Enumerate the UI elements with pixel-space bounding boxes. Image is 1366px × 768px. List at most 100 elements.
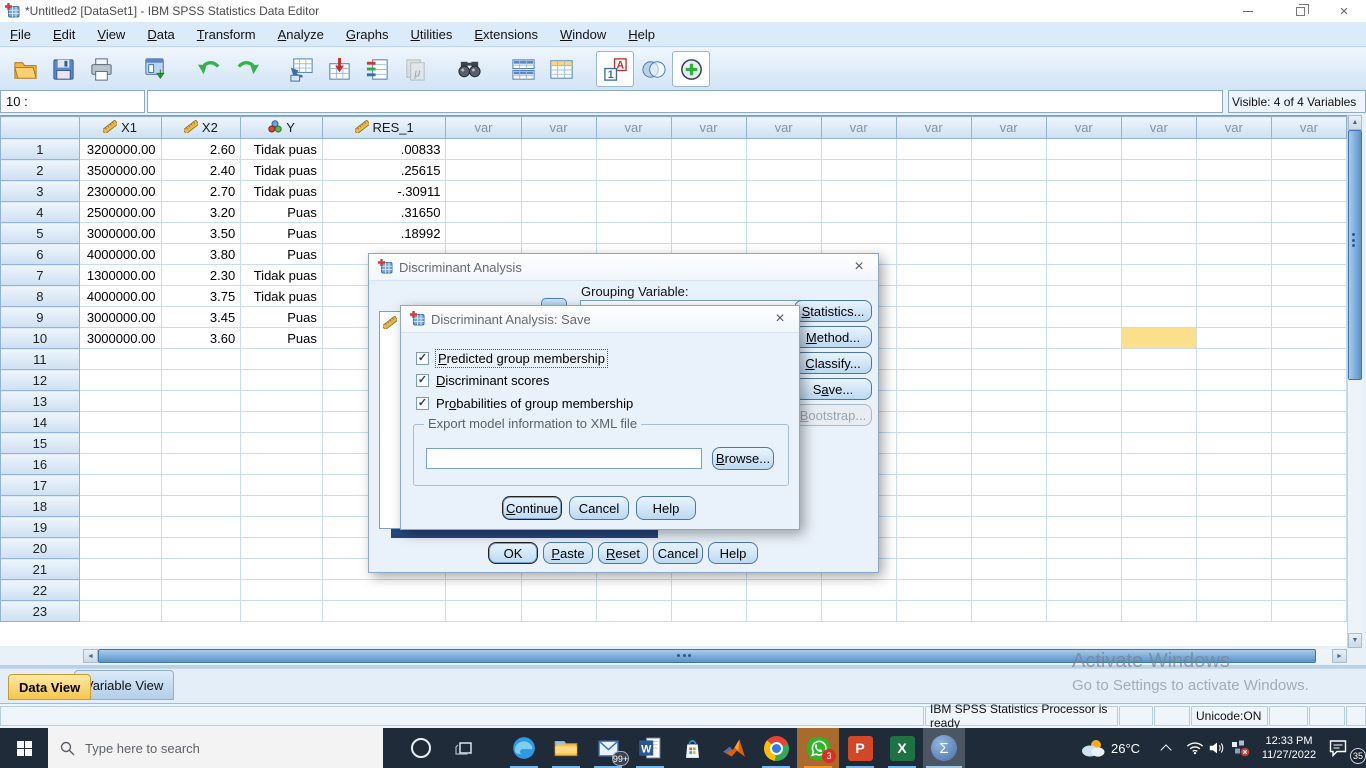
data-cell[interactable]: .18992: [321, 222, 447, 244]
data-cell[interactable]: Tidak puas: [240, 285, 323, 307]
empty-cell[interactable]: [820, 201, 897, 223]
goto-case-icon[interactable]: [282, 51, 320, 87]
data-cell[interactable]: [78, 432, 162, 454]
empty-cell[interactable]: [445, 159, 522, 181]
empty-cell[interactable]: [520, 222, 597, 244]
menu-extensions[interactable]: Extensions: [464, 24, 548, 45]
empty-cell[interactable]: [445, 579, 522, 601]
empty-cell[interactable]: [745, 600, 822, 622]
empty-cell[interactable]: [970, 600, 1047, 622]
method-button[interactable]: Method...: [794, 326, 872, 348]
empty-cell[interactable]: [1195, 453, 1272, 475]
goto-variable-icon[interactable]: [320, 51, 358, 87]
empty-cell[interactable]: [1270, 201, 1347, 223]
row-header[interactable]: 5: [0, 222, 80, 244]
column-header-x2[interactable]: X2: [160, 116, 242, 139]
data-cell[interactable]: 2300000.00: [78, 180, 162, 202]
value-labels-icon[interactable]: A1: [596, 51, 634, 87]
empty-cell[interactable]: [1045, 264, 1122, 286]
data-cell[interactable]: Tidak puas: [240, 159, 323, 181]
data-cell[interactable]: [160, 390, 242, 412]
empty-cell[interactable]: [1045, 369, 1122, 391]
data-cell[interactable]: [78, 411, 162, 433]
data-cell[interactable]: Puas: [240, 201, 323, 223]
empty-cell[interactable]: [1120, 264, 1197, 286]
column-header-var[interactable]: var: [1270, 116, 1347, 139]
data-cell[interactable]: [240, 390, 323, 412]
empty-cell[interactable]: [1270, 327, 1347, 349]
data-cell[interactable]: 2500000.00: [78, 201, 162, 223]
empty-cell[interactable]: [1045, 285, 1122, 307]
empty-cell[interactable]: [520, 201, 597, 223]
find-icon[interactable]: [450, 51, 488, 87]
empty-cell[interactable]: [745, 222, 822, 244]
statistics-button[interactable]: Statistics...: [794, 300, 872, 322]
empty-cell[interactable]: [895, 579, 972, 601]
empty-cell[interactable]: [520, 159, 597, 181]
empty-cell[interactable]: [445, 222, 522, 244]
data-cell[interactable]: [240, 474, 323, 496]
grid-corner-cell[interactable]: [0, 116, 80, 139]
empty-cell[interactable]: [1270, 558, 1347, 580]
empty-cell[interactable]: [1270, 474, 1347, 496]
empty-cell[interactable]: [1120, 201, 1197, 223]
open-data-icon[interactable]: [6, 51, 44, 87]
empty-cell[interactable]: [1195, 327, 1272, 349]
column-header-var[interactable]: var: [745, 116, 822, 139]
checkbox-box[interactable]: ✓: [416, 374, 429, 387]
data-cell[interactable]: [78, 537, 162, 559]
undo-icon[interactable]: [190, 51, 228, 87]
row-header[interactable]: 17: [0, 474, 80, 496]
menu-data[interactable]: Data: [137, 24, 184, 45]
empty-cell[interactable]: [1120, 159, 1197, 181]
data-cell[interactable]: Puas: [240, 243, 323, 265]
empty-cell[interactable]: [1120, 138, 1197, 160]
empty-cell[interactable]: [1195, 558, 1272, 580]
column-header-var[interactable]: var: [1195, 116, 1272, 139]
empty-cell[interactable]: [970, 558, 1047, 580]
column-header-var[interactable]: var: [895, 116, 972, 139]
empty-cell[interactable]: [445, 201, 522, 223]
redo-icon[interactable]: [228, 51, 266, 87]
empty-cell[interactable]: [1195, 285, 1272, 307]
empty-cell[interactable]: [1045, 390, 1122, 412]
empty-cell[interactable]: [595, 222, 672, 244]
empty-cell[interactable]: [895, 222, 972, 244]
empty-cell[interactable]: [1120, 516, 1197, 538]
taskbar-app-word[interactable]: W: [629, 728, 671, 768]
empty-cell[interactable]: [1120, 348, 1197, 370]
empty-cell[interactable]: [895, 516, 972, 538]
vertical-scroll-thumb[interactable]: [1348, 130, 1362, 380]
taskbar-app-store[interactable]: [671, 728, 713, 768]
data-cell[interactable]: [78, 495, 162, 517]
row-header[interactable]: 3: [0, 180, 80, 202]
empty-cell[interactable]: [895, 453, 972, 475]
data-cell[interactable]: [160, 411, 242, 433]
empty-cell[interactable]: [1195, 222, 1272, 244]
reset-button[interactable]: Reset: [598, 542, 648, 564]
empty-cell[interactable]: [1270, 348, 1347, 370]
empty-cell[interactable]: [1195, 201, 1272, 223]
data-cell[interactable]: [321, 600, 447, 622]
column-header-var[interactable]: var: [670, 116, 747, 139]
empty-cell[interactable]: [970, 243, 1047, 265]
restore-button[interactable]: [1278, 0, 1322, 22]
print-icon[interactable]: [82, 51, 120, 87]
empty-cell[interactable]: [970, 327, 1047, 349]
empty-cell[interactable]: [970, 285, 1047, 307]
data-cell[interactable]: 3.50: [160, 222, 242, 244]
recall-dialogs-icon[interactable]: [136, 51, 174, 87]
data-cell[interactable]: 3.45: [160, 306, 242, 328]
empty-cell[interactable]: [1270, 306, 1347, 328]
row-header[interactable]: 10: [0, 327, 80, 349]
empty-cell[interactable]: [895, 201, 972, 223]
cancel-button[interactable]: Cancel: [569, 496, 629, 520]
empty-cell[interactable]: [895, 348, 972, 370]
empty-cell[interactable]: [1045, 558, 1122, 580]
row-header[interactable]: 6: [0, 243, 80, 265]
dialog-close-icon[interactable]: ×: [769, 310, 791, 328]
menu-analyze[interactable]: Analyze: [268, 24, 334, 45]
data-cell[interactable]: [321, 579, 447, 601]
empty-cell[interactable]: [595, 138, 672, 160]
row-header[interactable]: 8: [0, 285, 80, 307]
